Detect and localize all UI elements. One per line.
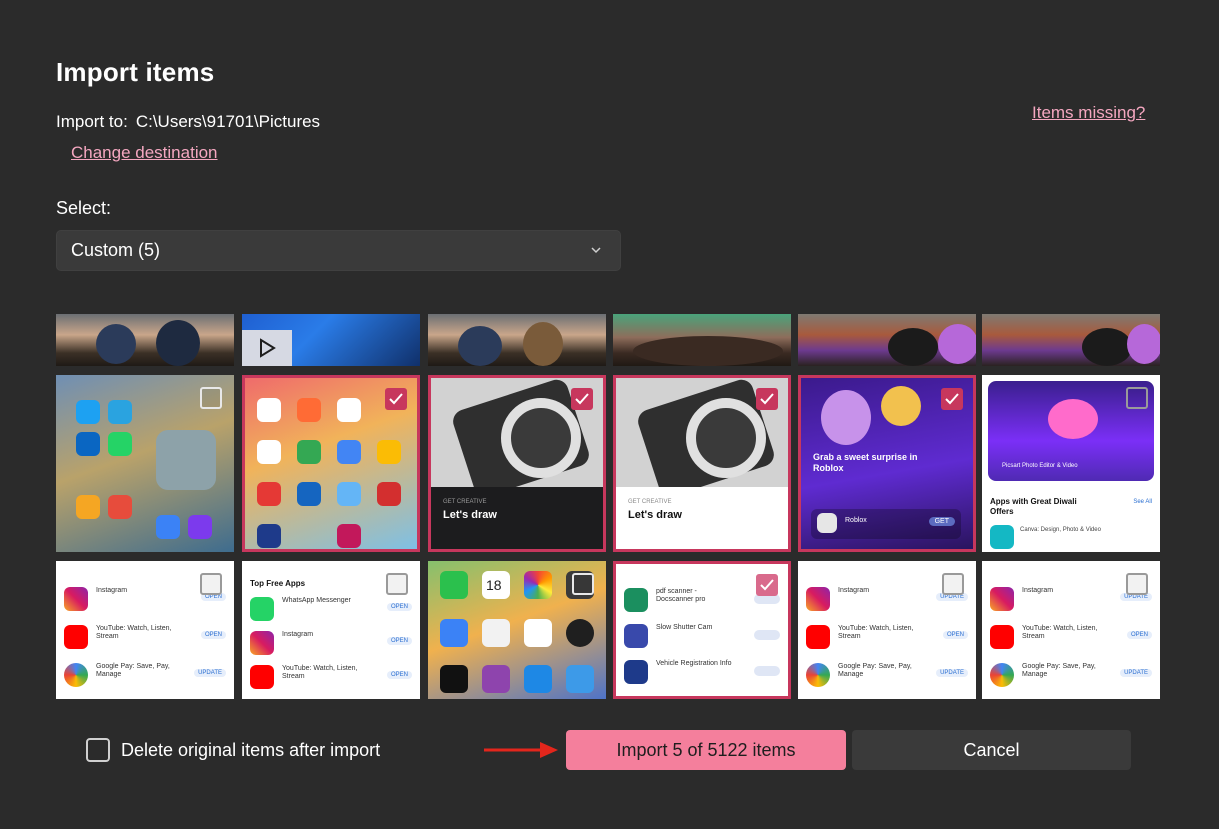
thumbnail-screenshot[interactable]: 18 [428,561,606,699]
update-button: UPDATE [936,669,968,677]
selection-checkbox[interactable] [200,573,222,595]
items-missing-link[interactable]: Items missing? [1032,103,1145,123]
app-name: YouTube: Watch, Listen, Stream [282,665,358,680]
select-dropdown[interactable]: Custom (5) [56,230,621,271]
app-name: Google Pay: Save, Pay, Manage [1022,663,1096,678]
card-get-button: GET [928,517,955,526]
thumbnail-screenshot[interactable]: Picsart Photo Editor & Video Apps with G… [982,375,1160,552]
import-destination: Import to: C:\Users\91701\Pictures [56,112,320,132]
selection-checkbox-checked[interactable] [756,574,778,596]
app-name: Slow Shutter Cam [656,624,713,631]
checkmark-icon [389,393,403,405]
thumbnail-photo[interactable] [982,314,1160,366]
thumbnail-video[interactable] [242,314,420,366]
open-button: OPEN [386,671,412,679]
thumbnail-screenshot-selected[interactable] [242,375,420,552]
open-button: OPEN [1126,631,1152,639]
card-app-name: Roblox [845,517,867,524]
card-caption: Let's draw [443,509,497,521]
thumbnail-screenshot[interactable]: Top Free Apps WhatsApp Messenger OPEN In… [242,561,420,699]
checkmark-icon [760,579,774,591]
app-name: Google Pay: Save, Pay, Manage [96,663,170,678]
thumbnail-photo[interactable] [613,314,791,366]
import-button[interactable]: Import 5 of 5122 items [566,730,846,770]
thumbnail-screenshot-selected[interactable]: GET CREATIVE Let's draw [428,375,606,552]
card-kicker: GET CREATIVE [628,499,672,505]
selection-checkbox[interactable] [572,573,594,595]
update-button: UPDATE [194,669,226,677]
app-name: YouTube: Watch, Listen, Stream [1022,625,1098,640]
card-see-all: See All [1133,499,1152,505]
app-name: Instagram [282,631,314,638]
cancel-button[interactable]: Cancel [852,730,1131,770]
list-header: Top Free Apps [250,579,306,588]
selection-checkbox[interactable] [1126,573,1148,595]
delete-originals-label: Delete original items after import [121,740,381,760]
update-button: UPDATE [1120,669,1152,677]
thumbnail-screenshot[interactable]: Instagram UPDATE YouTube: Watch, Listen,… [982,561,1160,699]
select-value: Custom (5) [71,240,161,260]
card-subtitle: Canva: Design, Photo & Video [1020,527,1101,533]
open-button: OPEN [200,631,226,639]
app-name: Instagram [96,587,128,594]
selection-checkbox[interactable] [200,387,222,409]
select-label: Select: [56,198,112,218]
calendar-day: 18 [486,577,502,593]
selection-checkbox[interactable] [386,573,408,595]
app-name: Vehicle Registration Info [656,660,732,667]
dialog-title: Import items [56,57,215,87]
app-name: Google Pay: Save, Pay, Manage [838,663,912,678]
thumbnail-grid: GET CREATIVE Let's draw GET CREATIVE Let… [56,314,1160,699]
thumbnail-screenshot-selected[interactable]: pdf scanner - Docscanner pro Slow Shutte… [613,561,791,699]
import-to-path: C:\Users\91701\Pictures [135,112,321,131]
thumbnail-photo[interactable] [428,314,606,366]
chevron-down-icon [591,247,601,254]
app-name: WhatsApp Messenger [282,597,351,604]
checkmark-icon [945,393,959,405]
selection-checkbox-checked[interactable] [385,388,407,410]
change-destination-link[interactable]: Change destination [71,143,218,163]
delete-originals-checkbox[interactable] [86,738,110,762]
card-section: Apps with Great Diwali Offers [990,497,1077,516]
app-name: Instagram [838,587,870,594]
open-button: OPEN [386,637,412,645]
checkmark-icon [760,393,774,405]
selection-checkbox[interactable] [1126,387,1148,409]
play-icon [260,338,276,358]
thumbnail-photo[interactable] [56,314,234,366]
open-button: OPEN [942,631,968,639]
selection-checkbox-checked[interactable] [571,388,593,410]
selection-checkbox-checked[interactable] [941,388,963,410]
thumbnail-photo[interactable] [798,314,976,366]
thumbnail-screenshot-selected[interactable]: Grab a sweet surprise in Roblox Roblox G… [798,375,976,552]
thumbnail-screenshot-selected[interactable]: GET CREATIVE Let's draw [613,375,791,552]
selection-checkbox[interactable] [942,573,964,595]
app-name: Instagram [1022,587,1054,594]
thumbnail-screenshot[interactable]: Instagram OPEN YouTube: Watch, Listen, S… [56,561,234,699]
video-play-overlay [242,330,292,366]
selection-checkbox-checked[interactable] [756,388,778,410]
thumbnail-screenshot[interactable]: Instagram UPDATE YouTube: Watch, Listen,… [798,561,976,699]
card-caption: Grab a sweet surprise in Roblox [813,452,918,473]
app-name: YouTube: Watch, Listen, Stream [838,625,914,640]
import-to-label: Import to: [56,112,128,131]
card-caption: Let's draw [628,509,682,521]
card-kicker: GET CREATIVE [443,499,487,505]
arrow-right-icon [484,742,558,758]
open-button: OPEN [386,603,412,611]
app-name: pdf scanner - Docscanner pro [656,588,706,603]
app-name: YouTube: Watch, Listen, Stream [96,625,172,640]
card-title: Picsart Photo Editor & Video [1002,463,1078,469]
checkmark-icon [575,393,589,405]
thumbnail-screenshot[interactable] [56,375,234,552]
